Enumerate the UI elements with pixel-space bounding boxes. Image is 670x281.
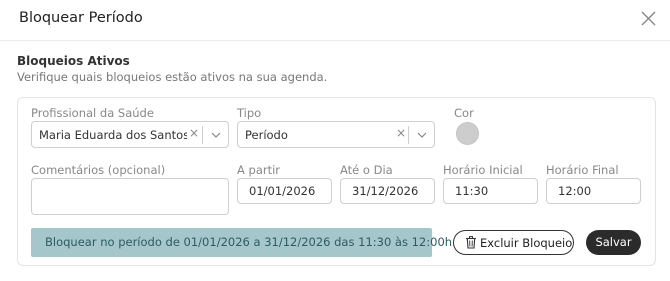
delete-block-label: Excluir Bloqueio	[480, 236, 573, 250]
clear-tipo-icon[interactable]: ×	[396, 126, 406, 140]
tipo-value: Período	[245, 128, 288, 142]
horario-inicial-label: Horário Inicial	[443, 163, 523, 177]
ateodia-date-input[interactable]	[340, 178, 435, 204]
clear-profissional-icon[interactable]: ×	[189, 126, 199, 140]
delete-block-button[interactable]: Excluir Bloqueio	[453, 230, 574, 255]
color-picker-swatch[interactable]	[456, 122, 479, 145]
dialog-title: Bloquear Período	[19, 10, 143, 26]
comentarios-textarea[interactable]	[31, 178, 229, 215]
horario-inicial-input[interactable]	[443, 178, 538, 204]
close-icon[interactable]	[641, 11, 656, 26]
profissional-select[interactable]: Maria Eduarda dos Santos ... ×	[31, 121, 229, 148]
apartir-date-input[interactable]	[237, 178, 332, 204]
section-subtitle: Verifique quais bloqueios estão ativos n…	[17, 70, 328, 84]
chevron-down-icon[interactable]	[210, 129, 222, 141]
ateodia-label: Até o Dia	[340, 163, 393, 177]
save-label: Salvar	[595, 235, 632, 249]
save-button[interactable]: Salvar	[586, 230, 641, 255]
apartir-label: A partir	[237, 163, 281, 177]
horario-final-input[interactable]	[546, 178, 641, 204]
comentarios-label: Comentários (opcional)	[31, 163, 166, 177]
chevron-down-icon[interactable]	[416, 129, 428, 141]
profissional-label: Profissional da Saúde	[31, 106, 154, 120]
tipo-label: Tipo	[237, 106, 262, 120]
dialog-header: Bloquear Período	[0, 0, 670, 41]
tipo-select[interactable]: Período ×	[237, 121, 435, 148]
select-separator	[408, 126, 409, 144]
trash-icon	[466, 236, 476, 249]
select-separator	[202, 126, 203, 144]
section-title: Bloqueios Ativos	[17, 54, 130, 68]
summary-text: Bloquear no período de 01/01/2026 a 31/1…	[45, 235, 456, 249]
summary-banner: Bloquear no período de 01/01/2026 a 31/1…	[31, 228, 456, 257]
cor-label: Cor	[454, 106, 474, 120]
profissional-value: Maria Eduarda dos Santos ...	[39, 128, 187, 142]
horario-final-label: Horário Final	[546, 163, 619, 177]
